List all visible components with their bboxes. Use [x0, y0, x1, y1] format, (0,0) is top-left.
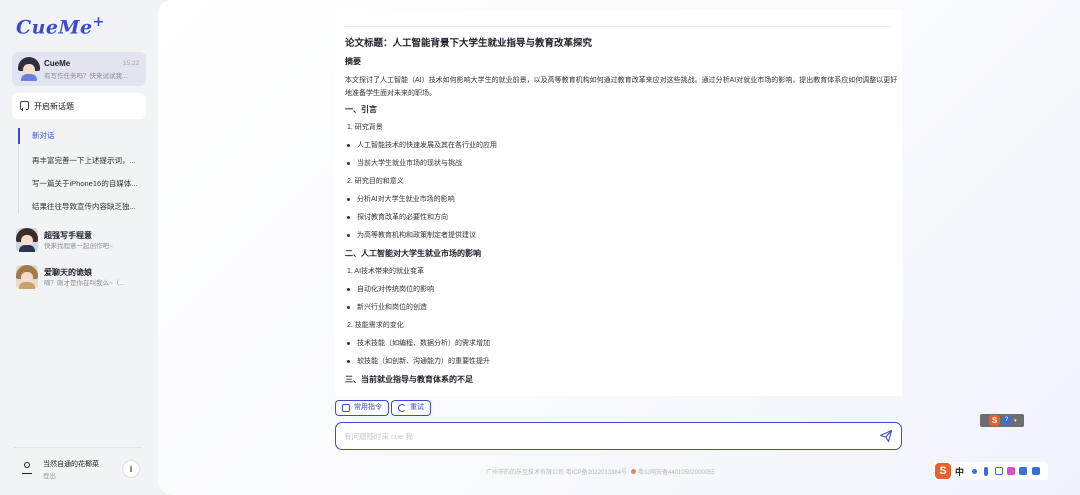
agent-subtitle: 快来找程意一起创作吧~ — [44, 243, 113, 250]
subsection-heading: 2. 技能需求的变化 — [347, 322, 404, 329]
command-icon — [342, 404, 350, 412]
bullet-item: 技术技能（如编程、数据分析）的需求增加 — [345, 338, 900, 356]
paper-title: 论文标题：人工智能背景下大学生就业指导与教育改革探究 — [345, 38, 593, 49]
history-divider — [18, 144, 19, 214]
history-item[interactable]: 写一篇关于iPhone16的自媒体... — [32, 178, 150, 189]
ime-toolbar[interactable]: S 中 — [934, 462, 1048, 480]
bullet-item: 人工智能技术的快速发展及其在各行业的应用 — [345, 140, 900, 158]
agent-avatar — [16, 265, 38, 289]
user-icon — [22, 462, 32, 476]
agent-time: 15:22 — [123, 60, 140, 67]
footer: 广州市的的乐互技术有限公司 粤ICP备2022013384号 粤公网安备44010… — [486, 467, 715, 476]
keyboard-icon[interactable] — [995, 467, 1003, 475]
sidebar-divider — [14, 447, 142, 448]
section-heading: 三、当前就业指导与教育体系的不足 — [345, 375, 473, 384]
agent-item-chat[interactable]: 爱聊天的诡娘 嘀？刚才是你在叫我么~（... — [16, 263, 150, 293]
section-heading: 一、引言 — [345, 105, 377, 114]
document-divider — [345, 26, 892, 27]
gamepad-icon[interactable] — [1019, 467, 1027, 475]
history-item[interactable]: 再丰富完善一下上述提示词，... — [32, 155, 150, 166]
common-commands-label: 常用指令 — [354, 404, 382, 411]
icp-license[interactable]: 广州市的的乐互技术有限公司 粤ICP备2022013384号 — [486, 470, 627, 476]
bullet-item: 新兴行业和岗位的创造 — [345, 302, 900, 320]
agent-avatar — [16, 228, 38, 252]
info-icon[interactable]: i — [122, 460, 140, 478]
history-item-active[interactable]: 新对话 — [18, 128, 55, 144]
bullet-item: 为高等教育机构和政策制定者提供建议 — [345, 230, 900, 248]
chevron-down-icon: ▾ — [1014, 418, 1017, 424]
send-icon[interactable] — [879, 429, 893, 443]
history-item[interactable]: 结果往往导致宣传内容缺乏独... — [32, 201, 150, 212]
ime-mini-toolbar[interactable]: S ? ▾ — [980, 414, 1024, 427]
chat-bubble-icon — [20, 101, 29, 111]
sogou-icon: S — [989, 415, 1000, 426]
skin-icon[interactable] — [1007, 467, 1015, 475]
new-topic-button[interactable]: 开启新话题 — [12, 93, 146, 119]
bullet-item: 自动化对传统岗位的影响 — [345, 284, 900, 302]
message-input-box — [335, 422, 902, 450]
refresh-icon — [398, 404, 406, 412]
police-badge-icon — [631, 469, 637, 475]
punctuation-icon[interactable] — [972, 469, 977, 474]
subsection-heading: 1. 研究背景 — [347, 124, 383, 131]
logout-link[interactable]: 登出 — [43, 470, 56, 480]
response-document: 论文标题：人工智能背景下大学生就业指导与教育改革探究 摘要 本文探讨了人工智能（… — [335, 10, 902, 396]
retry-label: 重试 — [410, 404, 424, 411]
agent-subtitle: 有写作任务吗？快来试试我... — [44, 73, 128, 80]
document-content: 论文标题：人工智能背景下大学生就业指导与教育改革探究 摘要 本文探讨了人工智能（… — [345, 38, 900, 392]
user-profile: 当然自通的花椰菜 登出 i — [18, 456, 146, 484]
subsection-heading: 2. 研究目的和意义 — [347, 178, 404, 185]
abstract-heading: 摘要 — [345, 57, 361, 66]
section-heading: 二、人工智能对大学生就业市场的影响 — [345, 249, 481, 258]
police-license[interactable]: 粤公网安备44010502000055 — [638, 470, 715, 476]
agent-item-writer[interactable]: 超强写手程意 快来找程意一起创作吧~ — [16, 226, 150, 256]
sidebar: CueMe+ CueMe 15:22 有写作任务吗？快来试试我... 开启新话题… — [0, 0, 160, 495]
subsection-heading: 1. AI技术带来的就业变革 — [347, 268, 425, 275]
app-logo[interactable]: CueMe+ — [16, 14, 105, 38]
user-name: 当然自通的花椰菜 — [43, 461, 99, 468]
bullet-item: 软技能（如创新、沟通能力）的重要性提升 — [345, 356, 900, 374]
toolbox-icon[interactable] — [1032, 467, 1040, 475]
common-commands-button[interactable]: 常用指令 — [335, 400, 389, 416]
help-icon: ? — [1002, 416, 1011, 425]
retry-button[interactable]: 重试 — [391, 400, 431, 416]
agent-name: CueMe — [44, 59, 71, 68]
abstract-text: 本文探讨了人工智能（AI）技术如何影响大学生的就业前景，以及高等教育机构如何通过… — [345, 77, 898, 97]
bullet-item: 分析AI对大学生就业市场的影响 — [345, 194, 900, 212]
agent-subtitle: 嘀？刚才是你在叫我么~（... — [44, 280, 125, 287]
new-topic-label: 开启新话题 — [34, 102, 74, 111]
agent-avatar — [18, 57, 40, 81]
sogou-logo-icon: S — [935, 463, 951, 479]
message-input[interactable] — [344, 430, 844, 442]
bullet-item: 探讨教育改革的必要性和方向 — [345, 212, 900, 230]
bullet-item: 当前大学生就业市场的现状与挑战 — [345, 158, 900, 176]
agent-item-cueme[interactable]: CueMe 15:22 有写作任务吗？快来试试我... — [12, 52, 146, 86]
microphone-icon[interactable] — [984, 467, 988, 476]
ime-mode[interactable]: 中 — [955, 465, 964, 478]
